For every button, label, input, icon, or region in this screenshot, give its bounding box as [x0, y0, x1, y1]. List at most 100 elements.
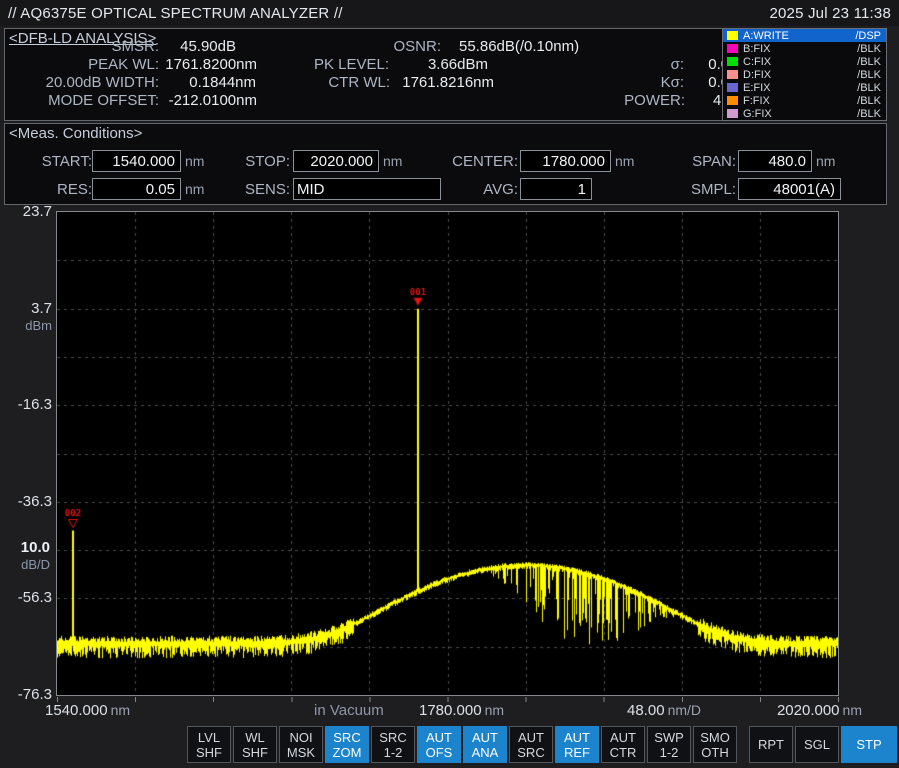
- start-field[interactable]: 1540.000: [92, 150, 181, 172]
- softkey-lvl-shf[interactable]: LVLSHF: [187, 726, 231, 763]
- sens-field[interactable]: MID: [293, 178, 441, 200]
- osa-screen: // AQ6375E OPTICAL SPECTRUM ANALYZER // …: [0, 0, 899, 768]
- scale-per-div-unit: dB/D: [0, 557, 50, 572]
- avg-label: AVG:: [483, 181, 518, 198]
- scale-per-div-value: 10.0: [0, 539, 50, 556]
- res-field[interactable]: 0.05: [92, 178, 181, 200]
- y-tick-neg36-3: -36.3: [0, 493, 52, 510]
- trace-c-mode: C:FIX: [743, 56, 857, 68]
- smsr-value: 45.90dB: [180, 38, 236, 55]
- stop-label: STOP:: [245, 153, 290, 170]
- mode-offset-label: MODE OFFSET:: [48, 92, 159, 109]
- smpl-label: SMPL:: [691, 181, 736, 198]
- softkey-aut-src[interactable]: AUTSRC: [509, 726, 553, 763]
- osnr-label: OSNR:: [393, 38, 441, 55]
- y-unit-label: dBm: [0, 318, 52, 333]
- trace-a-mode: A:WRITE: [743, 30, 855, 42]
- power-label: POWER:: [624, 92, 685, 109]
- trace-f-color-swatch: [727, 96, 738, 105]
- y-tick-neg56-3: -56.3: [0, 589, 52, 606]
- x-axis-start-label: 1540.000 nm: [45, 702, 130, 719]
- span-unit: nm: [816, 153, 835, 169]
- title-bar: // AQ6375E OPTICAL SPECTRUM ANALYZER // …: [0, 0, 899, 26]
- trace-row-g[interactable]: G:FIX /BLK: [723, 107, 886, 120]
- ctr-wl-label: CTR WL:: [328, 74, 390, 91]
- stop-unit: nm: [383, 153, 402, 169]
- softkey-aut-ref[interactable]: AUTREF: [555, 726, 599, 763]
- span-field[interactable]: 480.0: [738, 150, 812, 172]
- softkey-sgl[interactable]: SGL: [795, 726, 839, 763]
- start-unit: nm: [185, 153, 204, 169]
- smpl-field[interactable]: 48001(A): [738, 178, 841, 200]
- trace-a-status: /DSP: [855, 30, 881, 42]
- res-label: RES:: [57, 181, 92, 198]
- trace-b-status: /BLK: [857, 43, 881, 55]
- softkey-aut-ana[interactable]: AUTANA: [463, 726, 507, 763]
- trace-b-mode: B:FIX: [743, 43, 857, 55]
- span-label: SPAN:: [692, 153, 736, 170]
- softkey-wl-shf[interactable]: WLSHF: [233, 726, 277, 763]
- trace-d-color-swatch: [727, 70, 738, 79]
- trace-g-color-swatch: [727, 109, 738, 118]
- softkey-stp[interactable]: STP: [841, 726, 897, 763]
- softkey-aut-ofs[interactable]: AUTOFS: [417, 726, 461, 763]
- softkey-smo-oth[interactable]: SMOOTH: [693, 726, 737, 763]
- softkey-rpt[interactable]: RPT: [749, 726, 793, 763]
- trace-row-c[interactable]: C:FIX /BLK: [723, 55, 886, 68]
- softkey-swp-1-2[interactable]: SWP1-2: [647, 726, 691, 763]
- trace-row-d[interactable]: D:FIX /BLK: [723, 68, 886, 81]
- trace-row-e[interactable]: E:FIX /BLK: [723, 81, 886, 94]
- trace-g-mode: G:FIX: [743, 108, 857, 120]
- trace-e-mode: E:FIX: [743, 82, 857, 94]
- start-label: START:: [42, 153, 92, 170]
- trace-row-f[interactable]: F:FIX /BLK: [723, 94, 886, 107]
- plot-area[interactable]: [56, 211, 839, 696]
- app-title: // AQ6375E OPTICAL SPECTRUM ANALYZER //: [8, 5, 343, 22]
- peak-wl-label: PEAK WL:: [88, 56, 159, 73]
- res-unit: nm: [185, 181, 204, 197]
- pk-level-label: PK LEVEL:: [314, 56, 389, 73]
- pk-level-value: 3.66dBm: [428, 56, 488, 73]
- trace-e-color-swatch: [727, 83, 738, 92]
- spectrum-trace-canvas[interactable]: [57, 212, 838, 695]
- softkey-bar: LVLSHF WLSHF NOIMSK SRCZOM SRC1-2 AUTOFS…: [0, 724, 899, 768]
- trace-row-a[interactable]: A:WRITE /DSP: [723, 29, 886, 42]
- trace-d-mode: D:FIX: [743, 69, 857, 81]
- width-label: 20.00dB WIDTH:: [46, 74, 159, 91]
- trace-g-status: /BLK: [857, 108, 881, 120]
- mode-offset-value: -212.0100nm: [169, 92, 257, 109]
- x-per-div-label: 48.00 nm/D: [627, 702, 701, 719]
- trace-row-b[interactable]: B:FIX /BLK: [723, 42, 886, 55]
- softkey-src-zom[interactable]: SRCZOM: [325, 726, 369, 763]
- y-tick-neg16-3: -16.3: [0, 396, 52, 413]
- spectrum-chart: 23.7 3.7 -16.3 -36.3 -56.3 -76.3 dBm 10.…: [0, 208, 899, 724]
- datetime: 2025 Jul 23 11:38: [769, 5, 891, 22]
- ctr-wl-value: 1761.8216nm: [402, 74, 494, 91]
- trace-e-status: /BLK: [857, 82, 881, 94]
- trace-a-color-swatch: [727, 31, 738, 40]
- trace-legend: A:WRITE /DSP B:FIX /BLK C:FIX /BLK D:FIX…: [722, 28, 887, 121]
- sigma-label: σ:: [671, 56, 684, 73]
- osnr-value: 55.86dB(/0.10nm): [459, 38, 579, 55]
- trace-f-status: /BLK: [857, 95, 881, 107]
- x-axis-stop-label: 2020.000 nm: [777, 702, 862, 719]
- sens-label: SENS:: [245, 181, 290, 198]
- softkey-aut-ctr[interactable]: AUTCTR: [601, 726, 645, 763]
- peak-wl-value: 1761.8200nm: [165, 56, 257, 73]
- x-axis-center-label: 1780.000 nm: [419, 702, 504, 719]
- stop-field[interactable]: 2020.000: [293, 150, 379, 172]
- avg-field[interactable]: 1: [520, 178, 592, 200]
- trace-d-status: /BLK: [857, 69, 881, 81]
- softkey-noi-msk[interactable]: NOIMSK: [279, 726, 323, 763]
- vacuum-medium-label: in Vacuum: [314, 702, 384, 719]
- center-label: CENTER:: [452, 153, 518, 170]
- width-value: 0.1844nm: [189, 74, 256, 91]
- conditions-header: <Meas. Conditions>: [9, 125, 142, 142]
- center-unit: nm: [615, 153, 634, 169]
- y-tick-neg76-3: -76.3: [0, 686, 52, 703]
- trace-f-mode: F:FIX: [743, 95, 857, 107]
- y-tick-3-7: 3.7: [0, 300, 52, 317]
- softkey-src-1-2[interactable]: SRC1-2: [371, 726, 415, 763]
- trace-c-status: /BLK: [857, 56, 881, 68]
- center-field[interactable]: 1780.000: [520, 150, 611, 172]
